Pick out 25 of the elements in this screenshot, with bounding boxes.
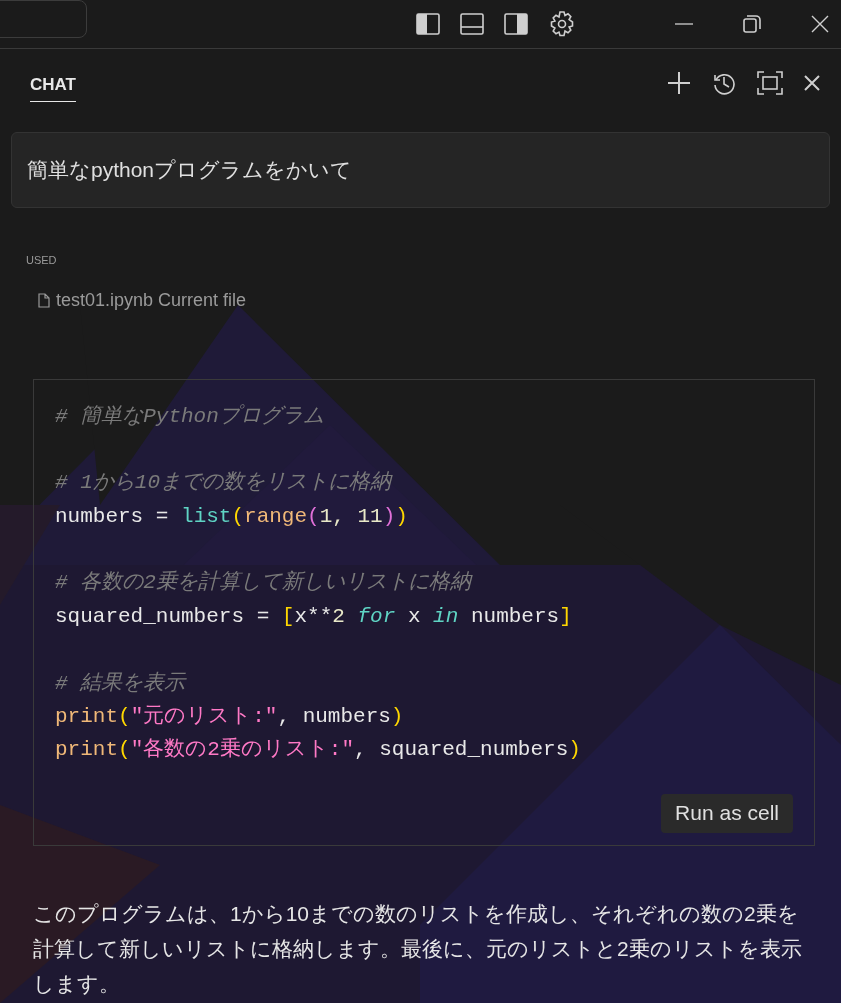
- prompt-message: 簡単なpythonプログラムをかいて: [11, 132, 830, 208]
- code-line: # 結果を表示: [55, 670, 188, 697]
- layout-sidebar-right-icon[interactable]: [504, 13, 528, 35]
- file-icon: [38, 292, 50, 308]
- code-line: print("元のリスト:", numbers): [55, 704, 405, 730]
- run-as-cell-button[interactable]: Run as cell: [661, 793, 793, 833]
- code-line: print("各数の2乗のリスト:", squared_numbers): [55, 736, 582, 764]
- settings-icon[interactable]: [548, 10, 576, 38]
- close-icon[interactable]: [811, 15, 829, 33]
- code-line: # 簡単なPythonプログラム: [55, 403, 325, 430]
- response-text: このプログラムは、1から10までの数のリストを作成し、それぞれの数の2乗を計算して新しいリストに格納します。最後に、元のリストと2乗のリストを表示します。: [33, 900, 803, 997]
- used-label: USED: [26, 253, 58, 268]
- close-icon[interactable]: [803, 74, 821, 92]
- plus-icon[interactable]: [667, 71, 691, 95]
- search-field[interactable]: [0, 0, 87, 38]
- file-link[interactable]: test01.ipynb Current file: [56, 286, 247, 314]
- code-line: # 各数の2乗を計算して新しいリストに格納: [55, 569, 474, 597]
- maximize-icon[interactable]: [757, 71, 783, 95]
- layout-sidebar-left-icon[interactable]: [416, 13, 440, 35]
- code-line: squared_numbers = [x**2 for x in numbers]: [55, 603, 573, 630]
- code-line: # 1から10までの数をリストに格納: [55, 470, 394, 497]
- restore-icon[interactable]: [743, 15, 761, 33]
- layout-panel-icon[interactable]: [460, 13, 484, 35]
- chat-tab[interactable]: CHAT: [30, 63, 76, 103]
- code-line: numbers = list(range(1, 11)): [55, 503, 409, 530]
